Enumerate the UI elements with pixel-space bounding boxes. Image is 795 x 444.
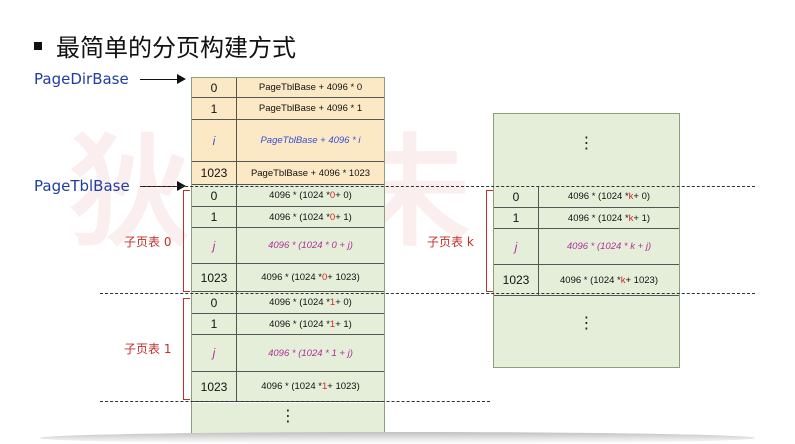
top-ellipsis-k: ⋮ <box>494 114 679 186</box>
sub0-index: j <box>192 228 237 263</box>
sub0-index: 1 <box>192 207 237 227</box>
page-dir-value-part: PageTblBase + 4096 * 0 <box>258 82 363 93</box>
sub0-index: 1023 <box>192 264 237 291</box>
sub1-row: j 4096 * (1024 * 1 + j) <box>192 335 384 372</box>
page-dir-base-arrow <box>140 74 186 84</box>
title-bullet <box>34 42 42 50</box>
sub0-value: 4096 * (1024 * 0 + j) <box>237 228 384 263</box>
sub-table-1-label: 子页表 1 <box>124 342 172 356</box>
page-dir-value-part: PageTblBase + 4096 * 1023 <box>250 167 371 179</box>
sub-table-k-label: 子页表 k <box>427 235 474 249</box>
footer-shadow <box>40 432 755 444</box>
subk-value-part: + 0) <box>633 191 651 202</box>
page-dir-index: i <box>192 120 237 161</box>
page-dir-value-part: PageTblBase + 4096 * 1 <box>258 103 363 114</box>
dashed-line-bottom <box>100 401 490 402</box>
page-dir-index: 0 <box>192 78 237 97</box>
slide-title: 最简单的分页构建方式 <box>34 28 296 63</box>
sub0-value-part: 4096 * (1024 * 0 + j) <box>268 240 353 251</box>
sub-table-0-brace <box>183 190 190 292</box>
subk-value-part: + 1023) <box>625 274 659 286</box>
sub1-value: 4096 * (1024 * 1 + 0) <box>237 292 384 313</box>
sub1-value-part: 4096 * (1024 * <box>269 297 330 308</box>
sub0-value-part: 4096 * (1024 * <box>261 272 322 283</box>
sub1-value: 4096 * (1024 * 1 + 1023) <box>237 372 384 401</box>
sub-table-1-brace <box>183 298 190 400</box>
page-dir-value: PageTblBase + 4096 * 0 <box>237 78 384 97</box>
sub1-index: 1023 <box>192 372 237 401</box>
sub1-value-part: 4096 * (1024 * 1 + j) <box>268 347 353 359</box>
sub0-index: 0 <box>192 185 237 206</box>
page-dir-value-part: PageTblBase + 4096 * i <box>260 135 361 146</box>
sub1-index: 1 <box>192 314 237 334</box>
subk-value: 4096 * (1024 * k + 0) <box>539 186 679 207</box>
sub1-value-part: + 0) <box>335 297 352 308</box>
subk-row: j 4096 * (1024 * k + j) <box>494 229 679 265</box>
sub1-value: 4096 * (1024 * 1 + 1) <box>237 314 384 334</box>
bottom-ellipsis-k: ⋮ <box>494 296 679 367</box>
sub0-value: 4096 * (1024 * 0 + 0) <box>237 185 384 206</box>
sub0-value-part: 4096 * (1024 * <box>269 190 330 201</box>
page-dir-row: 1 PageTblBase + 4096 * 1 <box>192 98 384 120</box>
sub0-value: 4096 * (1024 * 0 + 1) <box>237 207 384 227</box>
sub1-index: 0 <box>192 292 237 313</box>
sub0-value-part: 4096 * (1024 * <box>269 211 330 223</box>
subk-value-part: 4096 * (1024 * <box>560 274 621 286</box>
title-text: 最简单的分页构建方式 <box>56 34 296 62</box>
sub-table-0-label: 子页表 0 <box>124 235 172 249</box>
subk-value-part: 4096 * (1024 * <box>567 191 629 202</box>
sub1-value-part: 4096 * (1024 * <box>269 318 330 330</box>
page-dir-value: PageTblBase + 4096 * 1 <box>237 98 384 119</box>
subk-value: 4096 * (1024 * k + 1023) <box>539 265 679 295</box>
subk-index: j <box>494 229 539 264</box>
sub1-index: j <box>192 335 237 371</box>
sub0-row: 1 4096 * (1024 * 0 + 1) <box>192 207 384 228</box>
page-dir-row: 1023 PageTblBase + 4096 * 1023 <box>192 162 384 185</box>
sub0-value-part: + 1023) <box>327 272 360 283</box>
page-dir-index: 1 <box>192 98 237 119</box>
sub0-row: 0 4096 * (1024 * 0 + 0) <box>192 185 384 207</box>
subk-value: 4096 * (1024 * k + 1) <box>539 208 679 228</box>
sub1-row: 1023 4096 * (1024 * 1 + 1023) <box>192 372 384 402</box>
subk-index: 1023 <box>494 265 539 295</box>
page-dir-value: PageTblBase + 4096 * 1023 <box>237 162 384 184</box>
sub-table-k-brace <box>486 190 493 292</box>
sub0-value-part: + 0) <box>335 190 352 201</box>
subk-value: 4096 * (1024 * k + j) <box>539 229 679 264</box>
subk-value-part: 4096 * (1024 * k + j) <box>566 241 652 252</box>
sub1-row: 0 4096 * (1024 * 1 + 0) <box>192 292 384 314</box>
sub1-value-part: + 1023) <box>327 381 360 392</box>
subk-row: 1 4096 * (1024 * k + 1) <box>494 208 679 229</box>
sub-table-k-column: ⋮ 0 4096 * (1024 * k + 0) 1 4096 * (1024 * … <box>493 113 680 368</box>
page-table-column: 0 PageTblBase + 4096 * 0 1 PageTblBase + 40… <box>191 77 385 436</box>
page-dir-row: 0 PageTblBase + 4096 * 0 <box>192 78 384 98</box>
page-dir-base-label: PageDirBase <box>34 70 129 88</box>
sub1-value-part: 4096 * (1024 * <box>261 381 322 392</box>
bottom-ellipsis: ⋮ <box>192 403 384 435</box>
subk-row: 1023 4096 * (1024 * k + 1023) <box>494 265 679 296</box>
sub0-value: 4096 * (1024 * 0 + 1023) <box>237 264 384 291</box>
sub0-row: j 4096 * (1024 * 0 + j) <box>192 228 384 264</box>
sub1-value-part: + 1) <box>335 318 352 330</box>
sub0-value-part: + 1) <box>335 211 352 223</box>
page-dir-row: i PageTblBase + 4096 * i <box>192 120 384 162</box>
dashed-line-middle <box>100 293 755 294</box>
subk-value-part: 4096 * (1024 * <box>567 212 629 224</box>
page-tbl-base-label: PageTblBase <box>34 177 130 195</box>
subk-row: 0 4096 * (1024 * k + 0) <box>494 186 679 208</box>
subk-value-part: + 1) <box>633 212 651 224</box>
dashed-line-top <box>140 186 755 187</box>
sub0-row: 1023 4096 * (1024 * 0 + 1023) <box>192 264 384 292</box>
subk-index: 1 <box>494 208 539 228</box>
page-dir-value: PageTblBase + 4096 * i <box>237 120 384 161</box>
page-dir-index: 1023 <box>192 162 237 184</box>
sub1-value: 4096 * (1024 * 1 + j) <box>237 335 384 371</box>
subk-index: 0 <box>494 186 539 207</box>
sub1-row: 1 4096 * (1024 * 1 + 1) <box>192 314 384 335</box>
